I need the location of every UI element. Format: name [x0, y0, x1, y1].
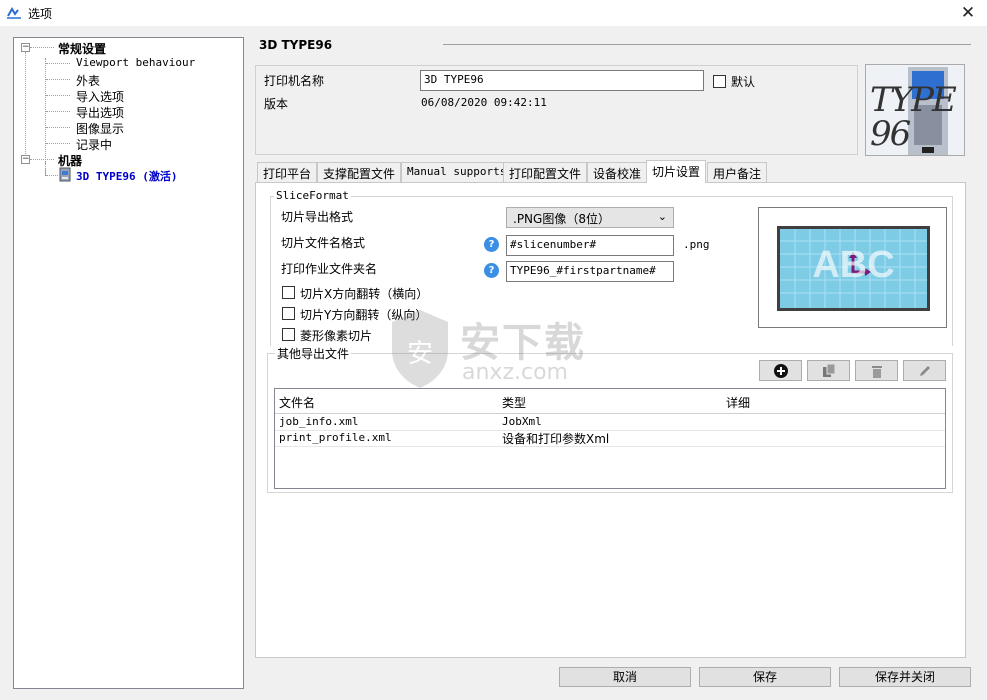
table-cell-type: 设备和打印参数Xml — [502, 432, 610, 446]
tree-connector — [46, 111, 70, 112]
title-bar: 选项 ✕ — [0, 0, 987, 26]
tree-connector — [30, 47, 54, 48]
table-row[interactable]: print_profile.xml 设备和打印参数Xml — [275, 430, 945, 446]
tab-user-notes[interactable]: 用户备注 — [707, 162, 768, 182]
tree-connector — [46, 79, 70, 80]
printer-info-box: 打印机名称 3D TYPE96 默认 版本 06/08/2020 09:42:1… — [255, 65, 858, 155]
tree-connector — [46, 175, 58, 176]
sliceformat-title: SliceFormat — [274, 189, 351, 202]
help-icon[interactable]: ? — [484, 263, 499, 278]
app-logo-icon — [7, 7, 21, 19]
close-icon[interactable]: ✕ — [957, 2, 979, 24]
tab-calibration[interactable]: 设备校准 — [587, 162, 648, 182]
chevron-down-icon: ⌄ — [657, 210, 667, 223]
tree-node-viewport[interactable]: Viewport behaviour — [76, 56, 195, 69]
tree-connector — [45, 162, 46, 175]
table-row[interactable]: job_info.xml JobXml — [275, 414, 945, 430]
divider — [443, 44, 971, 45]
printer-image-text: TYPE 96 — [870, 80, 957, 154]
flip-y-checkbox[interactable] — [282, 307, 295, 320]
row-divider — [275, 446, 945, 447]
column-header-type[interactable]: 类型 — [502, 394, 526, 411]
delete-file-button[interactable] — [855, 360, 898, 381]
table-cell-type: JobXml — [502, 415, 542, 428]
tree-node-logging[interactable]: 记录中 — [76, 136, 112, 153]
tab-manual-supports[interactable]: Manual supports — [401, 162, 513, 182]
filename-extension: .png — [683, 238, 710, 251]
table-cell-filename: job_info.xml — [279, 415, 359, 428]
save-close-button[interactable]: 保存并关闭 — [839, 667, 971, 687]
save-button[interactable]: 保存 — [699, 667, 831, 687]
preview-text: ABC — [812, 244, 895, 286]
tab-support-profile[interactable]: 支撑配置文件 — [317, 162, 402, 182]
tree-connector — [46, 63, 70, 64]
version-label: 版本 — [264, 97, 289, 111]
edit-file-button[interactable] — [903, 360, 946, 381]
pencil-icon — [919, 365, 930, 376]
copy-icon — [822, 363, 835, 377]
collapse-icon[interactable]: − — [21, 43, 30, 52]
filename-format-input[interactable]: #slicenumber# — [506, 235, 674, 256]
default-label: 默认 — [731, 75, 756, 89]
tree-node-export[interactable]: 导出选项 — [76, 104, 124, 121]
tree-node-import[interactable]: 导入选项 — [76, 88, 124, 105]
tree-node-image-display[interactable]: 图像显示 — [76, 120, 124, 137]
flip-x-checkbox[interactable] — [282, 286, 295, 299]
export-format-label: 切片导出格式 — [281, 210, 354, 224]
help-icon[interactable]: ? — [484, 237, 499, 252]
tree-connector — [30, 159, 54, 160]
tree-node-printer-active[interactable]: 3D TYPE96 (激活) — [76, 168, 177, 184]
tab-print-profile[interactable]: 打印配置文件 — [503, 162, 588, 182]
collapse-icon[interactable]: − — [21, 155, 30, 164]
tree-connector — [46, 143, 70, 144]
default-checkbox[interactable] — [713, 75, 726, 88]
tree-connector — [25, 52, 26, 158]
job-folder-label: 打印作业文件夹名 — [281, 262, 378, 276]
tab-print-platform[interactable]: 打印平台 — [257, 162, 318, 182]
copy-file-button[interactable] — [807, 360, 850, 381]
plus-circle-icon — [773, 363, 788, 378]
printer-image: TYPE 96 — [865, 64, 965, 156]
cancel-button[interactable]: 取消 — [559, 667, 691, 687]
diamond-pixel-label: 菱形像素切片 — [300, 329, 373, 343]
tree-connector — [46, 127, 70, 128]
page-title: 3D TYPE96 — [259, 38, 333, 52]
table-cell-filename: print_profile.xml — [279, 431, 392, 444]
settings-tree[interactable]: − 常规设置 Viewport behaviour 外表 导入选项 导出选项 图… — [13, 37, 244, 689]
column-header-details[interactable]: 详细 — [726, 394, 750, 411]
other-files-title: 其他导出文件 — [275, 345, 352, 362]
column-header-filename[interactable]: 文件名 — [279, 394, 315, 411]
export-format-select[interactable]: .PNG图像（8位） ⌄ — [506, 207, 674, 228]
tree-node-general[interactable]: 常规设置 — [58, 40, 106, 57]
printer-name-label: 打印机名称 — [264, 74, 325, 88]
slice-preview: ABC — [758, 207, 947, 328]
other-files-table[interactable]: 文件名 类型 详细 job_info.xml JobXml print_prof… — [274, 388, 946, 489]
printer-icon — [59, 167, 71, 182]
filename-format-label: 切片文件名格式 — [281, 236, 366, 250]
trash-icon — [871, 365, 882, 378]
add-file-button[interactable] — [759, 360, 802, 381]
export-format-value: .PNG图像（8位） — [513, 212, 610, 226]
job-folder-input[interactable]: TYPE96_#firstpartname# — [506, 261, 674, 282]
diamond-pixel-checkbox[interactable] — [282, 328, 295, 341]
flip-x-label: 切片X方向翻转（横向） — [300, 287, 429, 301]
version-value: 06/08/2020 09:42:11 — [421, 96, 547, 109]
tree-node-appearance[interactable]: 外表 — [76, 72, 100, 89]
printer-name-input[interactable]: 3D TYPE96 — [420, 70, 704, 91]
tab-slice-settings[interactable]: 切片设置 — [646, 160, 707, 183]
flip-y-label: 切片Y方向翻转（纵向） — [300, 308, 428, 322]
tree-connector — [46, 95, 70, 96]
window-title: 选项 — [28, 7, 53, 21]
